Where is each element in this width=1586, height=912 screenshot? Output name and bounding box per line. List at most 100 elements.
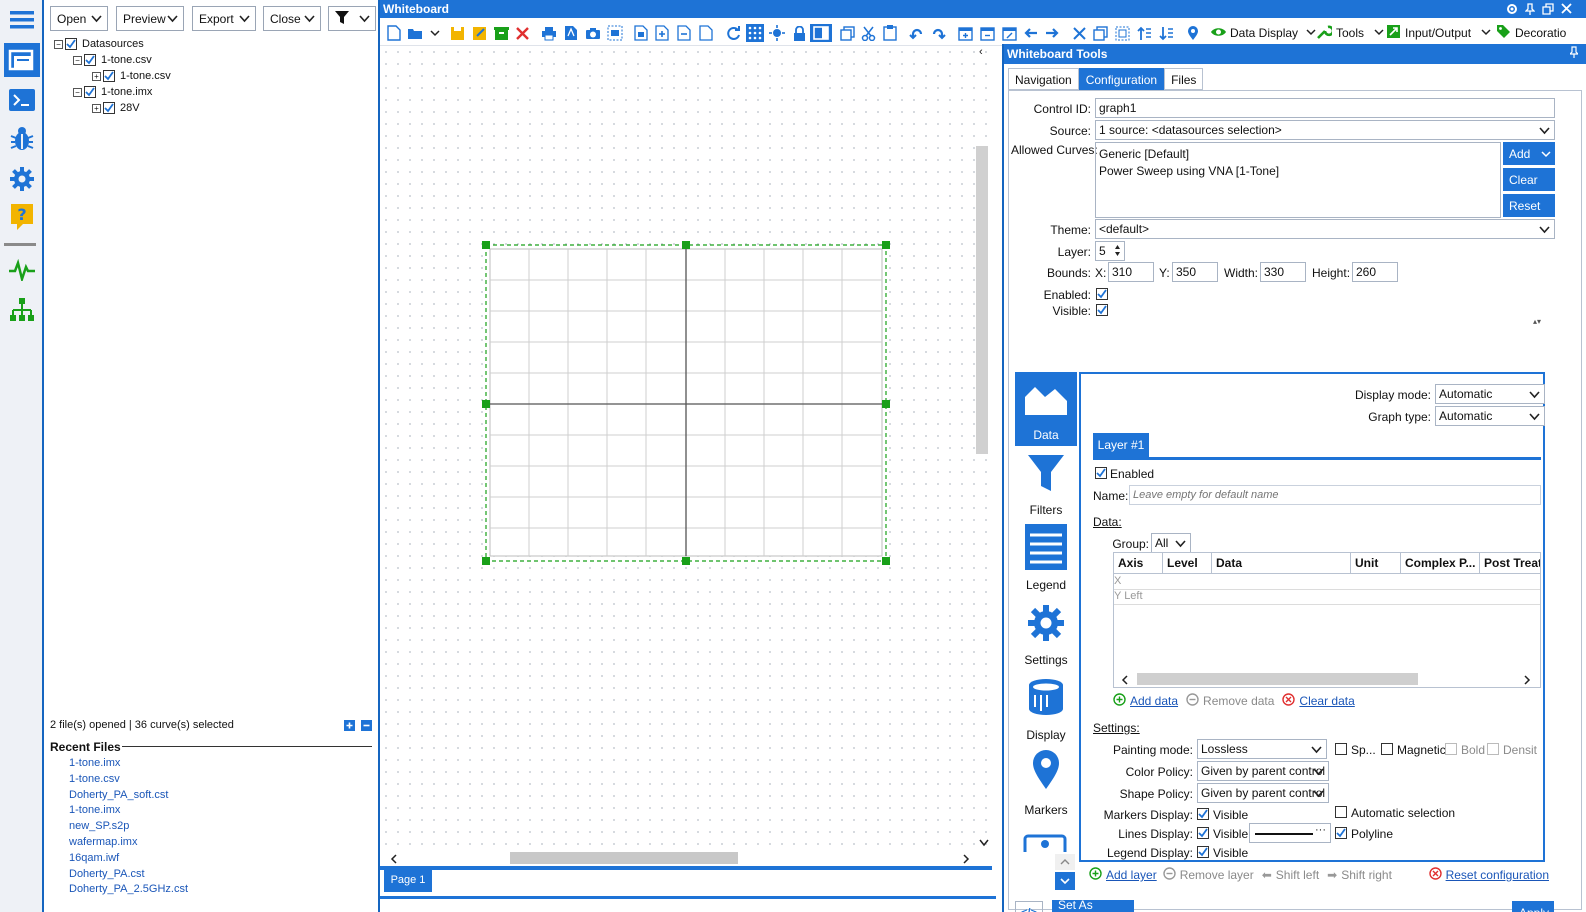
bring-forward-icon[interactable] [1135,24,1153,42]
density-checkbox[interactable] [1487,743,1499,755]
open-dropdown[interactable]: Open [50,6,108,31]
list-item[interactable]: Generic [Default] [1099,147,1497,161]
markers-visible-checkbox[interactable] [1197,808,1209,820]
arrow-right-icon[interactable] [1043,24,1061,42]
source-select[interactable]: 1 source: <datasources selection> [1095,120,1555,140]
remove-page-icon[interactable] [675,24,693,42]
recent-file-link[interactable]: 16qam.iwf [69,852,188,868]
table-scroll-left-icon[interactable] [1121,674,1129,688]
legend-visible-checkbox[interactable] [1197,846,1209,858]
painting-mode-select[interactable]: Lossless [1197,739,1327,759]
polyline-checkbox[interactable] [1335,827,1347,839]
recent-file-link[interactable]: 1-tone.imx [69,757,188,773]
table-row[interactable]: X [1114,575,1540,590]
lines-visible-checkbox[interactable] [1197,827,1209,839]
column-header[interactable]: Data [1212,553,1351,573]
checkbox-checked[interactable] [103,70,115,82]
tools-menu[interactable]: Tools [1317,23,1384,43]
add-data-link[interactable]: Add data [1130,694,1178,708]
save-as-icon[interactable] [470,24,488,42]
clear-data-link[interactable]: Clear data [1299,694,1354,708]
add-curve-button[interactable]: Add [1503,142,1555,165]
menu-icon[interactable] [4,3,40,37]
panel-toggle-icon[interactable] [810,24,832,42]
scroll-right-icon[interactable] [962,853,970,867]
paste-icon[interactable] [881,24,899,42]
refresh-icon[interactable] [724,24,742,42]
location-pin-icon[interactable] [1184,24,1202,42]
nav-settings[interactable]: Settings [1015,597,1077,671]
more-icon[interactable]: ··· [1315,824,1326,836]
nav-scroll-up-icon[interactable] [1055,854,1075,870]
collapse-all-icon[interactable] [361,720,372,734]
collapse-section-icon[interactable]: ▴▾ [1533,317,1541,326]
tree-item[interactable]: + 28V [92,100,140,116]
lock-icon[interactable] [790,24,808,42]
page-tab[interactable]: Page 1 [384,868,432,892]
remove-control-icon[interactable] [1070,24,1088,42]
layer-tab[interactable]: Layer #1 [1093,433,1149,457]
bold-checkbox[interactable] [1445,743,1457,755]
expand-icon[interactable]: + [92,103,101,113]
checkbox-checked[interactable] [84,54,96,66]
decorations-menu[interactable]: Decoratio [1496,23,1566,43]
export-dropdown[interactable]: Export [192,6,256,31]
display-mode-select[interactable]: Automatic [1435,384,1545,404]
settings-gear-icon[interactable] [4,162,40,196]
recent-file-link[interactable]: Doherty_PA_soft.cst [69,789,188,805]
copy-icon[interactable] [838,24,856,42]
recent-file-link[interactable]: 1-tone.imx [69,804,188,820]
table-horizontal-scrollbar[interactable] [1137,673,1418,685]
bug-icon[interactable] [4,122,40,156]
code-view-button[interactable]: </> [1015,901,1043,912]
layer-spinner[interactable]: 5 [1095,241,1125,261]
preview-dropdown[interactable]: Preview [116,6,184,31]
gear-icon[interactable] [1506,3,1518,18]
undo-icon[interactable] [907,24,925,42]
cut-icon[interactable] [859,24,877,42]
vertical-scrollbar[interactable] [976,146,988,454]
horizontal-scrollbar[interactable] [510,852,738,864]
print-icon[interactable] [540,24,558,42]
line-style-picker[interactable]: ··· [1249,823,1331,843]
recent-file-link[interactable]: Doherty_PA.cst [69,868,188,884]
tree-item[interactable]: + 1-tone.csv [92,68,171,84]
remove-data-link[interactable]: Remove data [1203,694,1274,708]
expand-all-icon[interactable] [344,720,355,734]
restore-icon[interactable] [1542,3,1554,18]
checkbox-checked[interactable] [84,86,96,98]
duplicate-icon[interactable] [1091,24,1109,42]
input-output-menu[interactable]: Input/Output [1386,23,1491,43]
nav-filters[interactable]: Filters [1015,447,1077,521]
collapse-icon[interactable]: − [54,39,63,49]
save-icon[interactable] [448,24,466,42]
recent-file-link[interactable]: Doherty_PA_2.5GHz.cst [69,883,188,899]
pin-icon[interactable] [1568,44,1580,64]
nav-scroll-down-icon[interactable] [1055,872,1075,890]
chevron-down-icon[interactable] [426,24,444,42]
enabled-checkbox[interactable] [1096,288,1108,300]
bounds-x-field[interactable]: 310 [1108,262,1154,282]
spinner-arrows-icon[interactable] [1114,243,1121,260]
new-page-icon[interactable] [385,24,403,42]
close-dropdown[interactable]: Close [263,6,321,31]
checkbox-checked[interactable] [103,102,115,114]
collapse-icon[interactable]: − [73,55,82,65]
bounds-height-field[interactable]: 260 [1352,262,1398,282]
nav-display[interactable]: Display [1015,672,1077,746]
open-folder-icon[interactable] [406,24,424,42]
nav-legend[interactable]: Legend [1015,522,1077,596]
shift-right-link[interactable]: Shift right [1341,868,1392,882]
column-header[interactable]: Unit [1351,553,1401,573]
sp-checkbox[interactable] [1335,743,1347,755]
pin-icon[interactable] [1524,3,1536,18]
checkbox-checked[interactable] [65,38,77,50]
column-header[interactable]: Post Treat [1480,553,1540,573]
reset-configuration-link[interactable]: Reset configuration [1446,868,1549,882]
arrow-left-icon[interactable] [1022,24,1040,42]
redo-icon[interactable] [929,24,947,42]
pdf-icon[interactable] [562,24,580,42]
hierarchy-icon[interactable] [4,293,40,327]
reset-curves-button[interactable]: Reset [1503,194,1555,217]
tab-navigation[interactable]: Navigation [1008,68,1079,90]
